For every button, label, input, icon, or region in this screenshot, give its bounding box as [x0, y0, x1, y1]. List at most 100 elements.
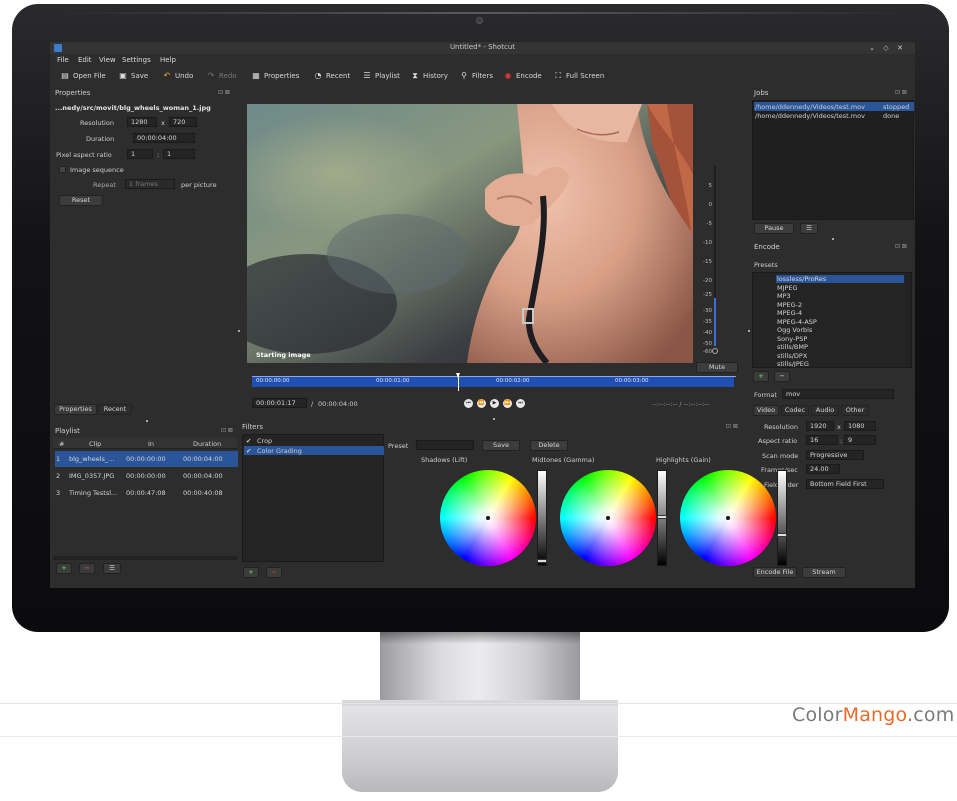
remove-filter-icon[interactable]: − [266, 567, 282, 578]
playhead[interactable] [456, 373, 461, 391]
dock-buttons-icon[interactable]: ⊡ ⊠ [218, 89, 230, 96]
encode-button[interactable]: ◉ Encode [503, 70, 542, 82]
menu-edit[interactable]: Edit [78, 56, 92, 64]
skip-start-icon[interactable]: ⏮ [464, 399, 473, 408]
preset-item[interactable]: Sony-PSP [777, 335, 807, 343]
open-file-button[interactable]: ▤ Open File [60, 70, 105, 82]
preset-item[interactable]: stills/DPX [777, 352, 807, 360]
remove-clip-icon[interactable]: − [79, 563, 95, 574]
rewind-icon[interactable]: ⏪ [477, 399, 486, 408]
resolution-height-field[interactable]: 720 [169, 117, 197, 127]
history-button[interactable]: ⧗ History [410, 70, 448, 82]
pause-button[interactable]: Pause [754, 223, 794, 234]
fps-field[interactable]: 24.00 [806, 464, 840, 474]
tab-audio[interactable]: Audio [811, 405, 839, 416]
filters-button[interactable]: ⚲ Filters [459, 70, 493, 82]
menu-view[interactable]: View [99, 56, 116, 64]
par-num-field[interactable]: 1 [127, 149, 153, 159]
presets-scrollbar[interactable] [905, 273, 911, 367]
splitter-handle[interactable] [146, 420, 148, 422]
filter-delete-button[interactable]: Delete [530, 440, 568, 451]
wheel-handle[interactable] [726, 516, 730, 520]
mute-button[interactable]: Mute [696, 362, 738, 373]
remove-preset-icon[interactable]: − [774, 371, 790, 382]
fast-forward-icon[interactable]: ⏩ [503, 399, 512, 408]
filter-save-button[interactable]: Save [482, 440, 520, 451]
add-filter-icon[interactable]: + [243, 567, 259, 578]
maximize-icon[interactable]: ◇ [882, 44, 890, 52]
position-field[interactable]: 00:00:01:17 [252, 398, 307, 408]
preset-item[interactable]: stills/BMP [777, 343, 808, 351]
filter-item[interactable]: Crop [257, 437, 272, 445]
dock-buttons-icon[interactable]: ⊡ ⊠ [221, 427, 233, 434]
table-row[interactable]: 3 Timing Testsl... 00:00:47:08 00:00:40:… [55, 485, 238, 501]
tab-other[interactable]: Other [841, 405, 869, 416]
resolution-width-field[interactable]: 1280 [127, 117, 157, 127]
repeat-field[interactable]: 1 frames [125, 179, 175, 189]
splitter-handle[interactable] [832, 238, 834, 240]
encode-res-w-field[interactable]: 1920 [806, 421, 834, 431]
tab-recent[interactable]: Recent [98, 404, 132, 415]
close-icon[interactable]: ✕ [896, 44, 904, 52]
playlist-scrollbar[interactable] [53, 556, 237, 560]
filter-item[interactable]: Color Grading [257, 447, 302, 455]
wheel-handle[interactable] [606, 516, 610, 520]
preset-item[interactable]: MPEG-4 [777, 309, 802, 317]
preset-item[interactable]: MP3 [777, 292, 791, 300]
fullscreen-button[interactable]: ⛶ Full Screen [553, 70, 604, 82]
filter-check[interactable]: ✔ [246, 447, 251, 455]
slider-thumb[interactable] [777, 532, 787, 537]
add-clip-icon[interactable]: + [56, 563, 72, 574]
dock-buttons-icon[interactable]: ⊡ ⊠ [895, 243, 907, 250]
table-row[interactable]: 1 blg_wheels_... 00:00:00:00 00:00:04:00 [55, 451, 238, 467]
volume-icon[interactable] [712, 348, 718, 354]
timeline-ruler[interactable]: 00:00:00:00 00:00:01:00 00:00:02:00 00:0… [252, 377, 734, 387]
dock-buttons-icon[interactable]: ⊡ ⊠ [895, 89, 907, 96]
field-order-select[interactable]: Bottom Field First [806, 479, 884, 489]
menu-settings[interactable]: Settings [122, 56, 151, 64]
aspect-num-field[interactable]: 16 [806, 435, 838, 445]
stream-button[interactable]: Stream [802, 567, 846, 578]
skip-end-icon[interactable]: ⏭ [516, 399, 525, 408]
table-row[interactable]: 2 IMG_0357.JPG 00:00:00:00 00:00:04:00 [55, 468, 238, 484]
tab-codec[interactable]: Codec [781, 405, 809, 416]
menu-file[interactable]: File [57, 56, 69, 64]
shadows-color-wheel[interactable] [440, 470, 536, 566]
minimize-icon[interactable]: ⌄ [868, 44, 876, 52]
recent-button[interactable]: ◔ Recent [313, 70, 351, 82]
par-den-field[interactable]: 1 [163, 149, 195, 159]
tab-properties[interactable]: Properties [54, 404, 97, 415]
dock-buttons-icon[interactable]: ⊡ ⊠ [726, 423, 738, 430]
preset-item[interactable]: Ogg Vorbis [777, 326, 812, 334]
slider-thumb[interactable] [657, 515, 667, 519]
jobs-menu-icon[interactable]: ☰ [800, 223, 818, 234]
play-icon[interactable]: ▶ [490, 399, 499, 408]
filter-preset-select[interactable] [416, 440, 474, 450]
midtones-slider[interactable] [657, 470, 667, 566]
redo-button[interactable]: ↷ Redo [206, 70, 237, 82]
undo-button[interactable]: ↶ Undo [162, 70, 194, 82]
add-preset-icon[interactable]: + [753, 371, 769, 382]
wheel-handle[interactable] [486, 516, 490, 520]
menu-help[interactable]: Help [160, 56, 176, 64]
playlist-menu-icon[interactable]: ☰ [103, 563, 121, 574]
highlights-color-wheel[interactable] [680, 470, 776, 566]
preset-item[interactable]: MPEG-4-ASP [777, 318, 817, 326]
slider-thumb[interactable] [537, 559, 547, 563]
reset-button[interactable]: Reset [59, 195, 103, 206]
encode-file-button[interactable]: Encode File [753, 567, 797, 578]
midtones-color-wheel[interactable] [560, 470, 656, 566]
aspect-den-field[interactable]: 9 [844, 435, 876, 445]
filter-check[interactable]: ✔ [246, 437, 251, 445]
highlights-slider[interactable] [777, 470, 787, 566]
properties-button[interactable]: ▦ Properties [251, 70, 299, 82]
splitter-handle[interactable] [238, 330, 240, 332]
save-button[interactable]: ▣ Save [118, 70, 148, 82]
image-sequence-checkbox[interactable] [59, 166, 66, 173]
format-select[interactable]: mov [782, 389, 894, 399]
splitter-handle[interactable] [748, 330, 750, 332]
scan-mode-select[interactable]: Progressive [806, 450, 864, 460]
encode-res-h-field[interactable]: 1080 [844, 421, 876, 431]
shadows-slider[interactable] [537, 470, 547, 566]
preset-item[interactable]: MPEG-2 [777, 301, 802, 309]
